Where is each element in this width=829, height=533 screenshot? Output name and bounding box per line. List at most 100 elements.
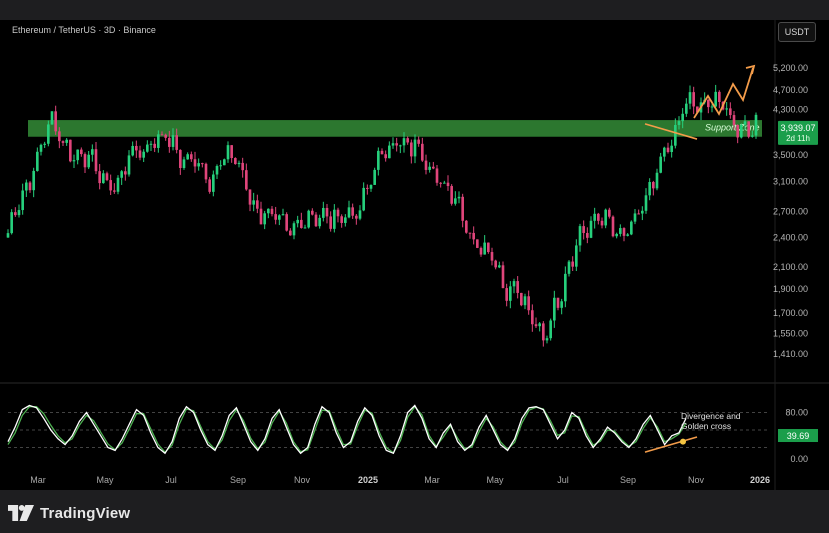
candle-body xyxy=(281,214,285,216)
candle-body xyxy=(560,301,563,308)
oscillator-annotation-line2: Golden cross xyxy=(681,421,731,431)
candle-body xyxy=(527,296,530,311)
candle-body xyxy=(622,228,626,236)
candle-body xyxy=(465,220,468,233)
candle-body xyxy=(432,166,435,169)
oscillator-tick-label: 0.00 xyxy=(790,454,808,464)
candle-body xyxy=(311,210,314,215)
candle-body xyxy=(597,213,600,221)
candle-body xyxy=(483,242,486,255)
candle-body xyxy=(688,92,692,104)
candle-body xyxy=(692,92,695,107)
price-tick-label: 5,200.00 xyxy=(773,63,808,73)
candle-body xyxy=(219,165,222,167)
candle-body xyxy=(666,147,670,153)
candle-body xyxy=(340,216,343,223)
time-axis: Mar May Jul Sep Nov 2025 Mar May Jul Sep Nov 2026 xyxy=(30,475,770,485)
candle-body xyxy=(714,91,717,107)
candle-body xyxy=(674,124,677,146)
candle-body xyxy=(278,215,281,220)
candle-body xyxy=(439,182,442,184)
candle-body xyxy=(619,228,622,234)
symbol-title[interactable]: Ethereum / TetherUS · 3D · Binance xyxy=(12,25,156,35)
candle-body xyxy=(274,214,277,220)
candle-body xyxy=(732,115,736,126)
brand-name: TradingView xyxy=(40,504,131,522)
candle-body xyxy=(153,143,156,148)
candle-body xyxy=(65,139,68,143)
time-tick-label: 2026 xyxy=(750,475,770,485)
candle-body xyxy=(135,145,138,151)
support-zone-label: Support Zone xyxy=(705,123,760,133)
candle-body xyxy=(593,213,596,221)
candle-body xyxy=(677,121,681,125)
candle-body xyxy=(626,234,629,236)
candle-body xyxy=(567,261,571,274)
time-tick-label: Sep xyxy=(230,475,246,485)
candle-body xyxy=(146,144,149,152)
candle-body xyxy=(138,150,142,158)
candle-body xyxy=(164,134,167,138)
candle-body xyxy=(531,310,534,325)
candle-body xyxy=(300,219,303,228)
candle-body xyxy=(223,159,226,166)
candle-body xyxy=(553,297,556,321)
candle-body xyxy=(505,288,508,301)
price-tick-label: 1,900.00 xyxy=(773,284,808,294)
candle-body xyxy=(314,214,318,227)
candle-body xyxy=(131,145,134,156)
candle-body xyxy=(611,216,615,237)
candle-body xyxy=(325,207,329,217)
candle-body xyxy=(248,189,252,205)
price-tick-label: 2,400.00 xyxy=(773,233,808,243)
support-zone-band xyxy=(28,120,762,137)
candle-body xyxy=(234,158,237,165)
candle-body xyxy=(446,182,450,187)
candle-body xyxy=(230,145,233,159)
quote-currency-button[interactable]: USDT xyxy=(778,22,816,42)
candle-body xyxy=(296,219,299,224)
candle-body xyxy=(399,145,402,147)
candle-body xyxy=(322,207,325,218)
oscillator-last-value: 39.69 xyxy=(787,431,810,441)
candle-body xyxy=(263,213,266,225)
candle-body xyxy=(384,154,387,159)
candle-body xyxy=(487,242,490,253)
candle-body xyxy=(681,113,684,122)
candle-body xyxy=(83,154,87,168)
candle-body xyxy=(168,137,171,147)
candle-body xyxy=(410,142,413,157)
time-tick-label: May xyxy=(96,475,114,485)
candle-body xyxy=(215,166,219,175)
candle-body xyxy=(659,156,662,173)
candle-body xyxy=(468,232,472,234)
time-tick-label: Nov xyxy=(294,475,311,485)
candle-body xyxy=(256,200,259,209)
candle-body xyxy=(388,145,391,159)
candle-body xyxy=(417,139,420,144)
candle-body xyxy=(725,108,728,110)
candle-body xyxy=(28,182,32,191)
candle-body xyxy=(538,323,541,327)
candle-body xyxy=(509,286,512,301)
tradingview-logo-icon xyxy=(8,505,34,521)
oscillator-annotation-line1: Divergence and xyxy=(681,411,741,421)
candle-body xyxy=(710,106,714,108)
candle-body xyxy=(182,159,186,168)
candle-body xyxy=(608,209,611,217)
candle-body xyxy=(358,210,362,219)
price-tick-label: 1,700.00 xyxy=(773,308,808,318)
price-axis: 5,200.00 4,700.00 4,300.00 3,500.00 3,100.00… xyxy=(773,63,808,359)
candle-body xyxy=(113,190,116,192)
candle-body xyxy=(362,187,365,211)
candle-body xyxy=(347,207,351,218)
candle-body xyxy=(578,226,582,246)
candle-body xyxy=(61,141,65,143)
candle-body xyxy=(586,232,589,238)
price-tick-label: 3,500.00 xyxy=(773,150,808,160)
candle-body xyxy=(157,134,160,148)
candle-body xyxy=(267,208,270,214)
candle-body xyxy=(490,252,494,261)
price-chart[interactable]: Support Zone 5,200.00 4,700.00 4,300.00 3,50… xyxy=(0,0,829,533)
candle-body xyxy=(644,195,648,211)
